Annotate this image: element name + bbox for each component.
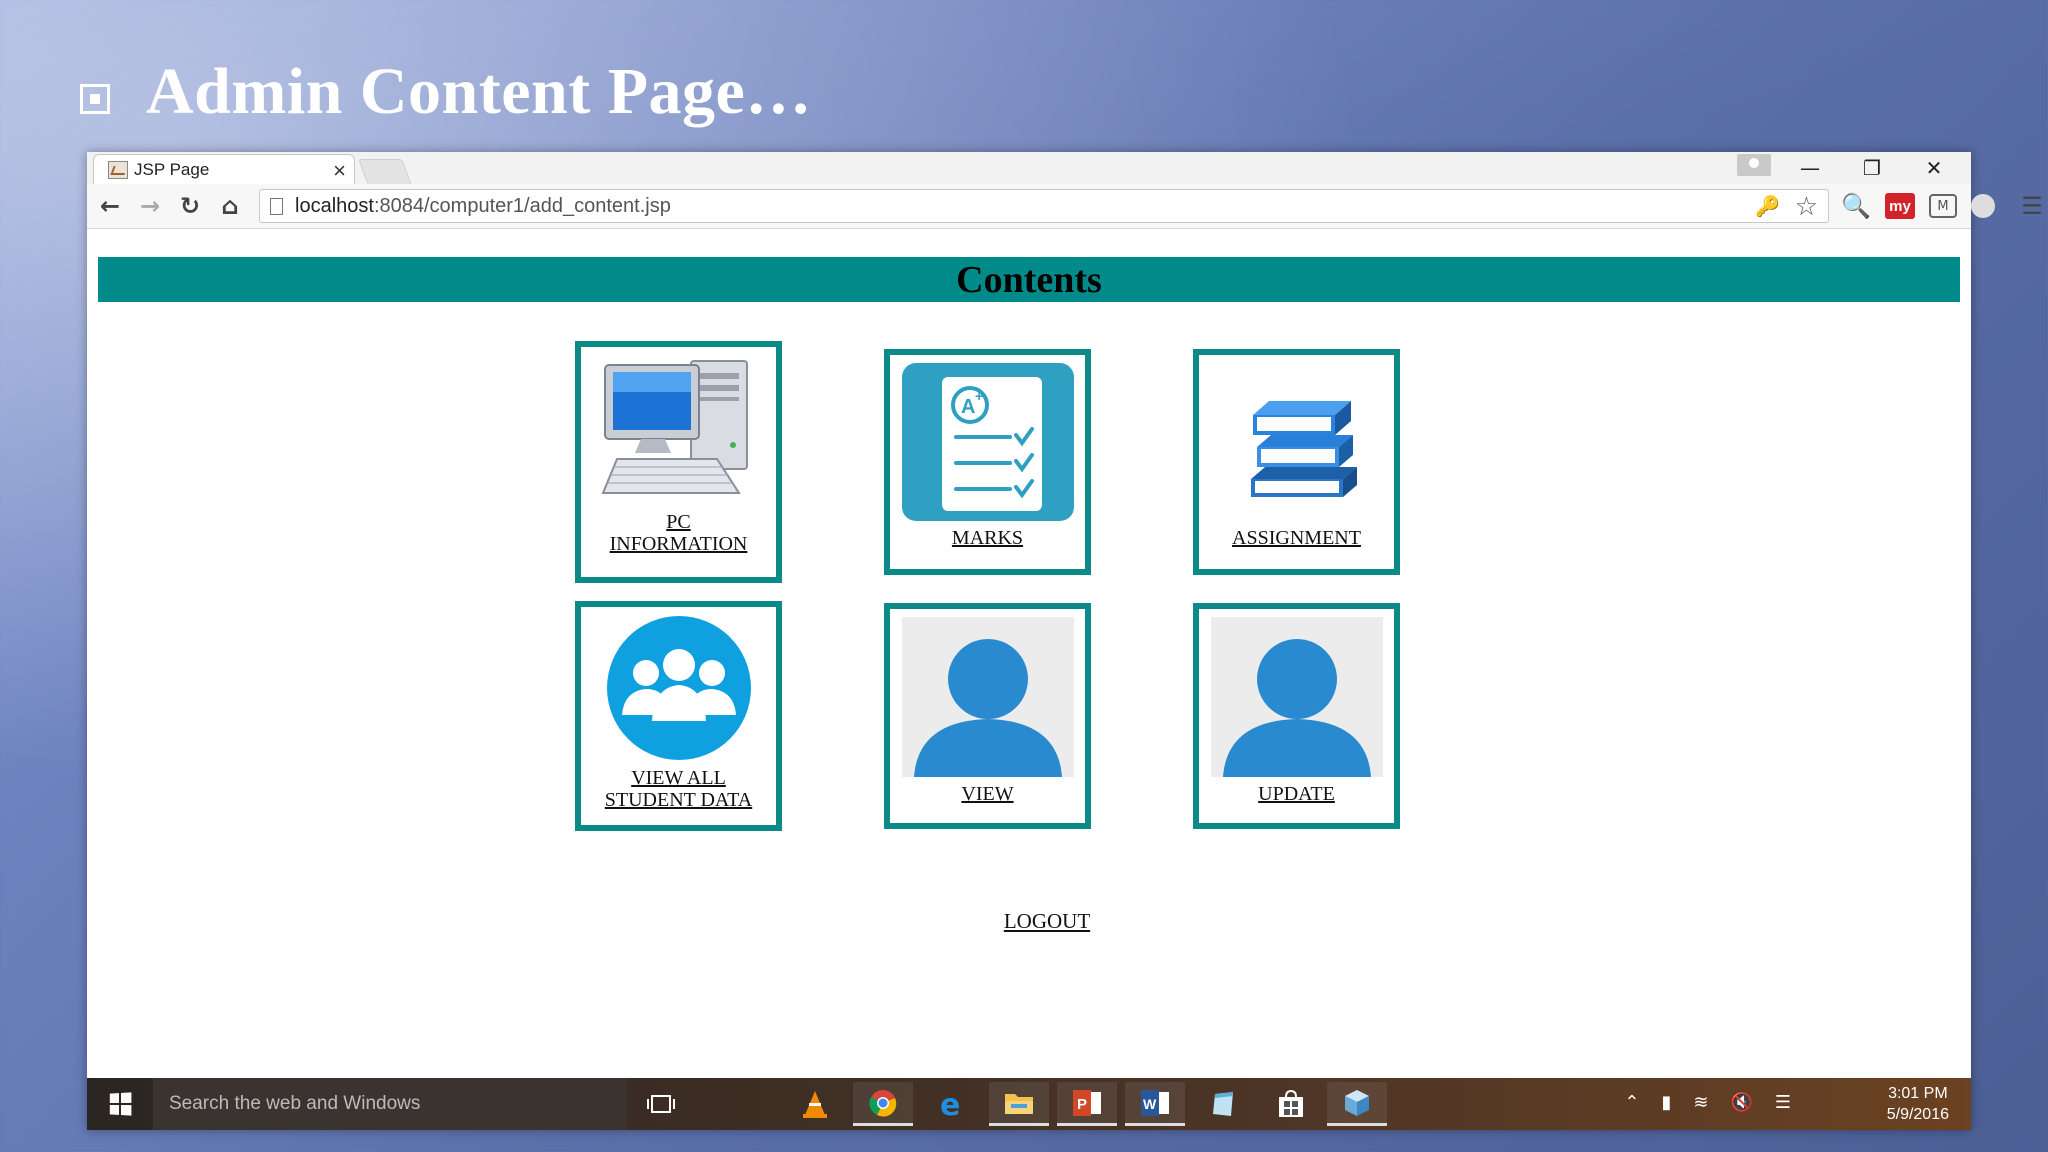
tab-strip: JSP Page × — ❐ ✕: [87, 152, 1971, 185]
tab-close-icon[interactable]: ×: [333, 158, 346, 184]
slide-title: Admin Content Page…: [146, 55, 812, 128]
contents-header-bar: Contents: [98, 257, 1960, 302]
page-favicon-icon: [108, 160, 128, 179]
svg-text:+: +: [975, 388, 983, 404]
square-bullet-icon: [80, 84, 110, 114]
app-cube-icon[interactable]: [1327, 1082, 1387, 1126]
home-icon[interactable]: ⌂: [213, 190, 247, 222]
browser-toolbar: ← → ↻ ⌂ localhost:8084/computer1/add_con…: [87, 184, 2043, 229]
extension-toggle-icon[interactable]: [1971, 194, 1995, 218]
chrome-icon[interactable]: [853, 1082, 913, 1126]
key-icon[interactable]: 🔑: [1755, 194, 1780, 219]
tile-label-marks[interactable]: MARKS: [952, 527, 1023, 549]
store-icon[interactable]: [1261, 1082, 1321, 1126]
notepad-icon[interactable]: [1193, 1082, 1253, 1126]
extension-icon[interactable]: M: [1929, 194, 1957, 218]
clock-date: 5/9/2016: [1886, 1106, 1949, 1123]
svg-text:W: W: [1143, 1096, 1157, 1112]
svg-text:e: e: [940, 1089, 960, 1119]
clock-time: 3:01 PM: [1888, 1085, 1948, 1102]
taskbar-clock[interactable]: 3:01 PM 5/9/2016: [1887, 1083, 1949, 1125]
contents-title: Contents: [956, 258, 1102, 301]
wifi-icon[interactable]: ≋: [1693, 1092, 1708, 1113]
label-line: VIEW: [961, 783, 1014, 805]
tile-view-all-student-data[interactable]: VIEW ALL STUDENT DATA: [575, 601, 782, 831]
minimize-icon[interactable]: —: [1780, 152, 1840, 184]
vlc-icon[interactable]: [785, 1082, 845, 1126]
tile-label-assignment[interactable]: ASSIGNMENT: [1232, 527, 1361, 549]
tab-title: JSP Page: [134, 159, 210, 179]
word-icon[interactable]: W: [1125, 1082, 1185, 1126]
address-bar[interactable]: localhost:8084/computer1/add_content.jsp…: [259, 189, 1829, 223]
tile-view[interactable]: VIEW: [884, 603, 1091, 829]
extension-my-icon[interactable]: my: [1885, 193, 1915, 219]
windows-logo-icon: [109, 1092, 132, 1116]
chevron-up-icon[interactable]: ⌃: [1624, 1092, 1639, 1113]
volume-muted-icon[interactable]: 🔇: [1730, 1092, 1752, 1113]
tile-label-update[interactable]: UPDATE: [1258, 783, 1335, 805]
label-line: STUDENT DATA: [604, 789, 753, 811]
svg-text:P: P: [1077, 1096, 1087, 1113]
powerpoint-icon[interactable]: P: [1057, 1082, 1117, 1126]
url-path: :8084/computer1/add_content.jsp: [373, 194, 671, 217]
tile-label-view-all-student-data[interactable]: VIEW ALL STUDENT DATA: [605, 767, 752, 811]
students-group-icon: [606, 616, 751, 760]
profile-icon[interactable]: [1737, 154, 1771, 176]
menu-icon[interactable]: ☰: [2015, 191, 2048, 221]
books-icon: [1250, 401, 1357, 497]
page-content: Contents PC INFORMATION A + MARKS ASSIGN…: [87, 229, 1971, 1078]
windows-taskbar: Search the web and Windows e P W ⌃ ▮ ≋ 🔇…: [87, 1078, 1971, 1130]
tile-label-pc-information[interactable]: PC INFORMATION: [610, 511, 748, 555]
forward-arrow-icon[interactable]: →: [133, 190, 167, 222]
slide-title-row: Admin Content Page…: [80, 52, 812, 132]
battery-icon[interactable]: ▮: [1661, 1092, 1671, 1113]
user-icon: [1210, 617, 1383, 777]
edge-icon[interactable]: e: [921, 1082, 981, 1126]
tile-marks[interactable]: A + MARKS: [884, 349, 1091, 575]
user-icon: [901, 617, 1074, 777]
svg-text:A: A: [961, 396, 975, 418]
task-view-icon[interactable]: [631, 1082, 691, 1126]
tile-assignment[interactable]: ASSIGNMENT: [1193, 349, 1400, 575]
label-line: PC: [666, 511, 691, 533]
close-window-icon[interactable]: ✕: [1904, 152, 1964, 184]
label-line: INFORMATION: [609, 533, 748, 555]
file-explorer-icon[interactable]: [989, 1082, 1049, 1126]
search-icon[interactable]: 🔍: [1839, 191, 1873, 221]
bookmark-star-icon[interactable]: ☆: [1795, 191, 1818, 222]
start-button[interactable]: [87, 1078, 153, 1130]
tab-jsp-page[interactable]: JSP Page ×: [93, 154, 355, 184]
tile-update[interactable]: UPDATE: [1193, 603, 1400, 829]
tile-pc-information[interactable]: PC INFORMATION: [575, 341, 782, 583]
restore-icon[interactable]: ❐: [1842, 152, 1902, 184]
new-tab-button[interactable]: [358, 159, 412, 185]
logout-link[interactable]: LOGOUT: [977, 909, 1117, 934]
label-line: UPDATE: [1258, 783, 1335, 805]
reload-icon[interactable]: ↻: [173, 190, 207, 222]
page-icon: [270, 197, 283, 215]
label-line: MARKS: [951, 527, 1024, 549]
label-line: VIEW ALL: [631, 767, 726, 789]
marks-checklist-icon: A +: [901, 363, 1074, 521]
system-tray: ⌃ ▮ ≋ 🔇 ☰: [1624, 1092, 1791, 1113]
browser-window: JSP Page × — ❐ ✕ ← → ↻ ⌂ localhost:8084/…: [87, 152, 2043, 1130]
notifications-icon[interactable]: ☰: [1775, 1092, 1791, 1113]
taskbar-search-input[interactable]: Search the web and Windows: [153, 1078, 627, 1130]
computer-icon: [601, 360, 748, 494]
back-arrow-icon[interactable]: ←: [93, 190, 127, 222]
tile-label-view[interactable]: VIEW: [961, 783, 1013, 805]
label-line: ASSIGNMENT: [1232, 527, 1361, 549]
url-host: localhost: [295, 194, 374, 217]
